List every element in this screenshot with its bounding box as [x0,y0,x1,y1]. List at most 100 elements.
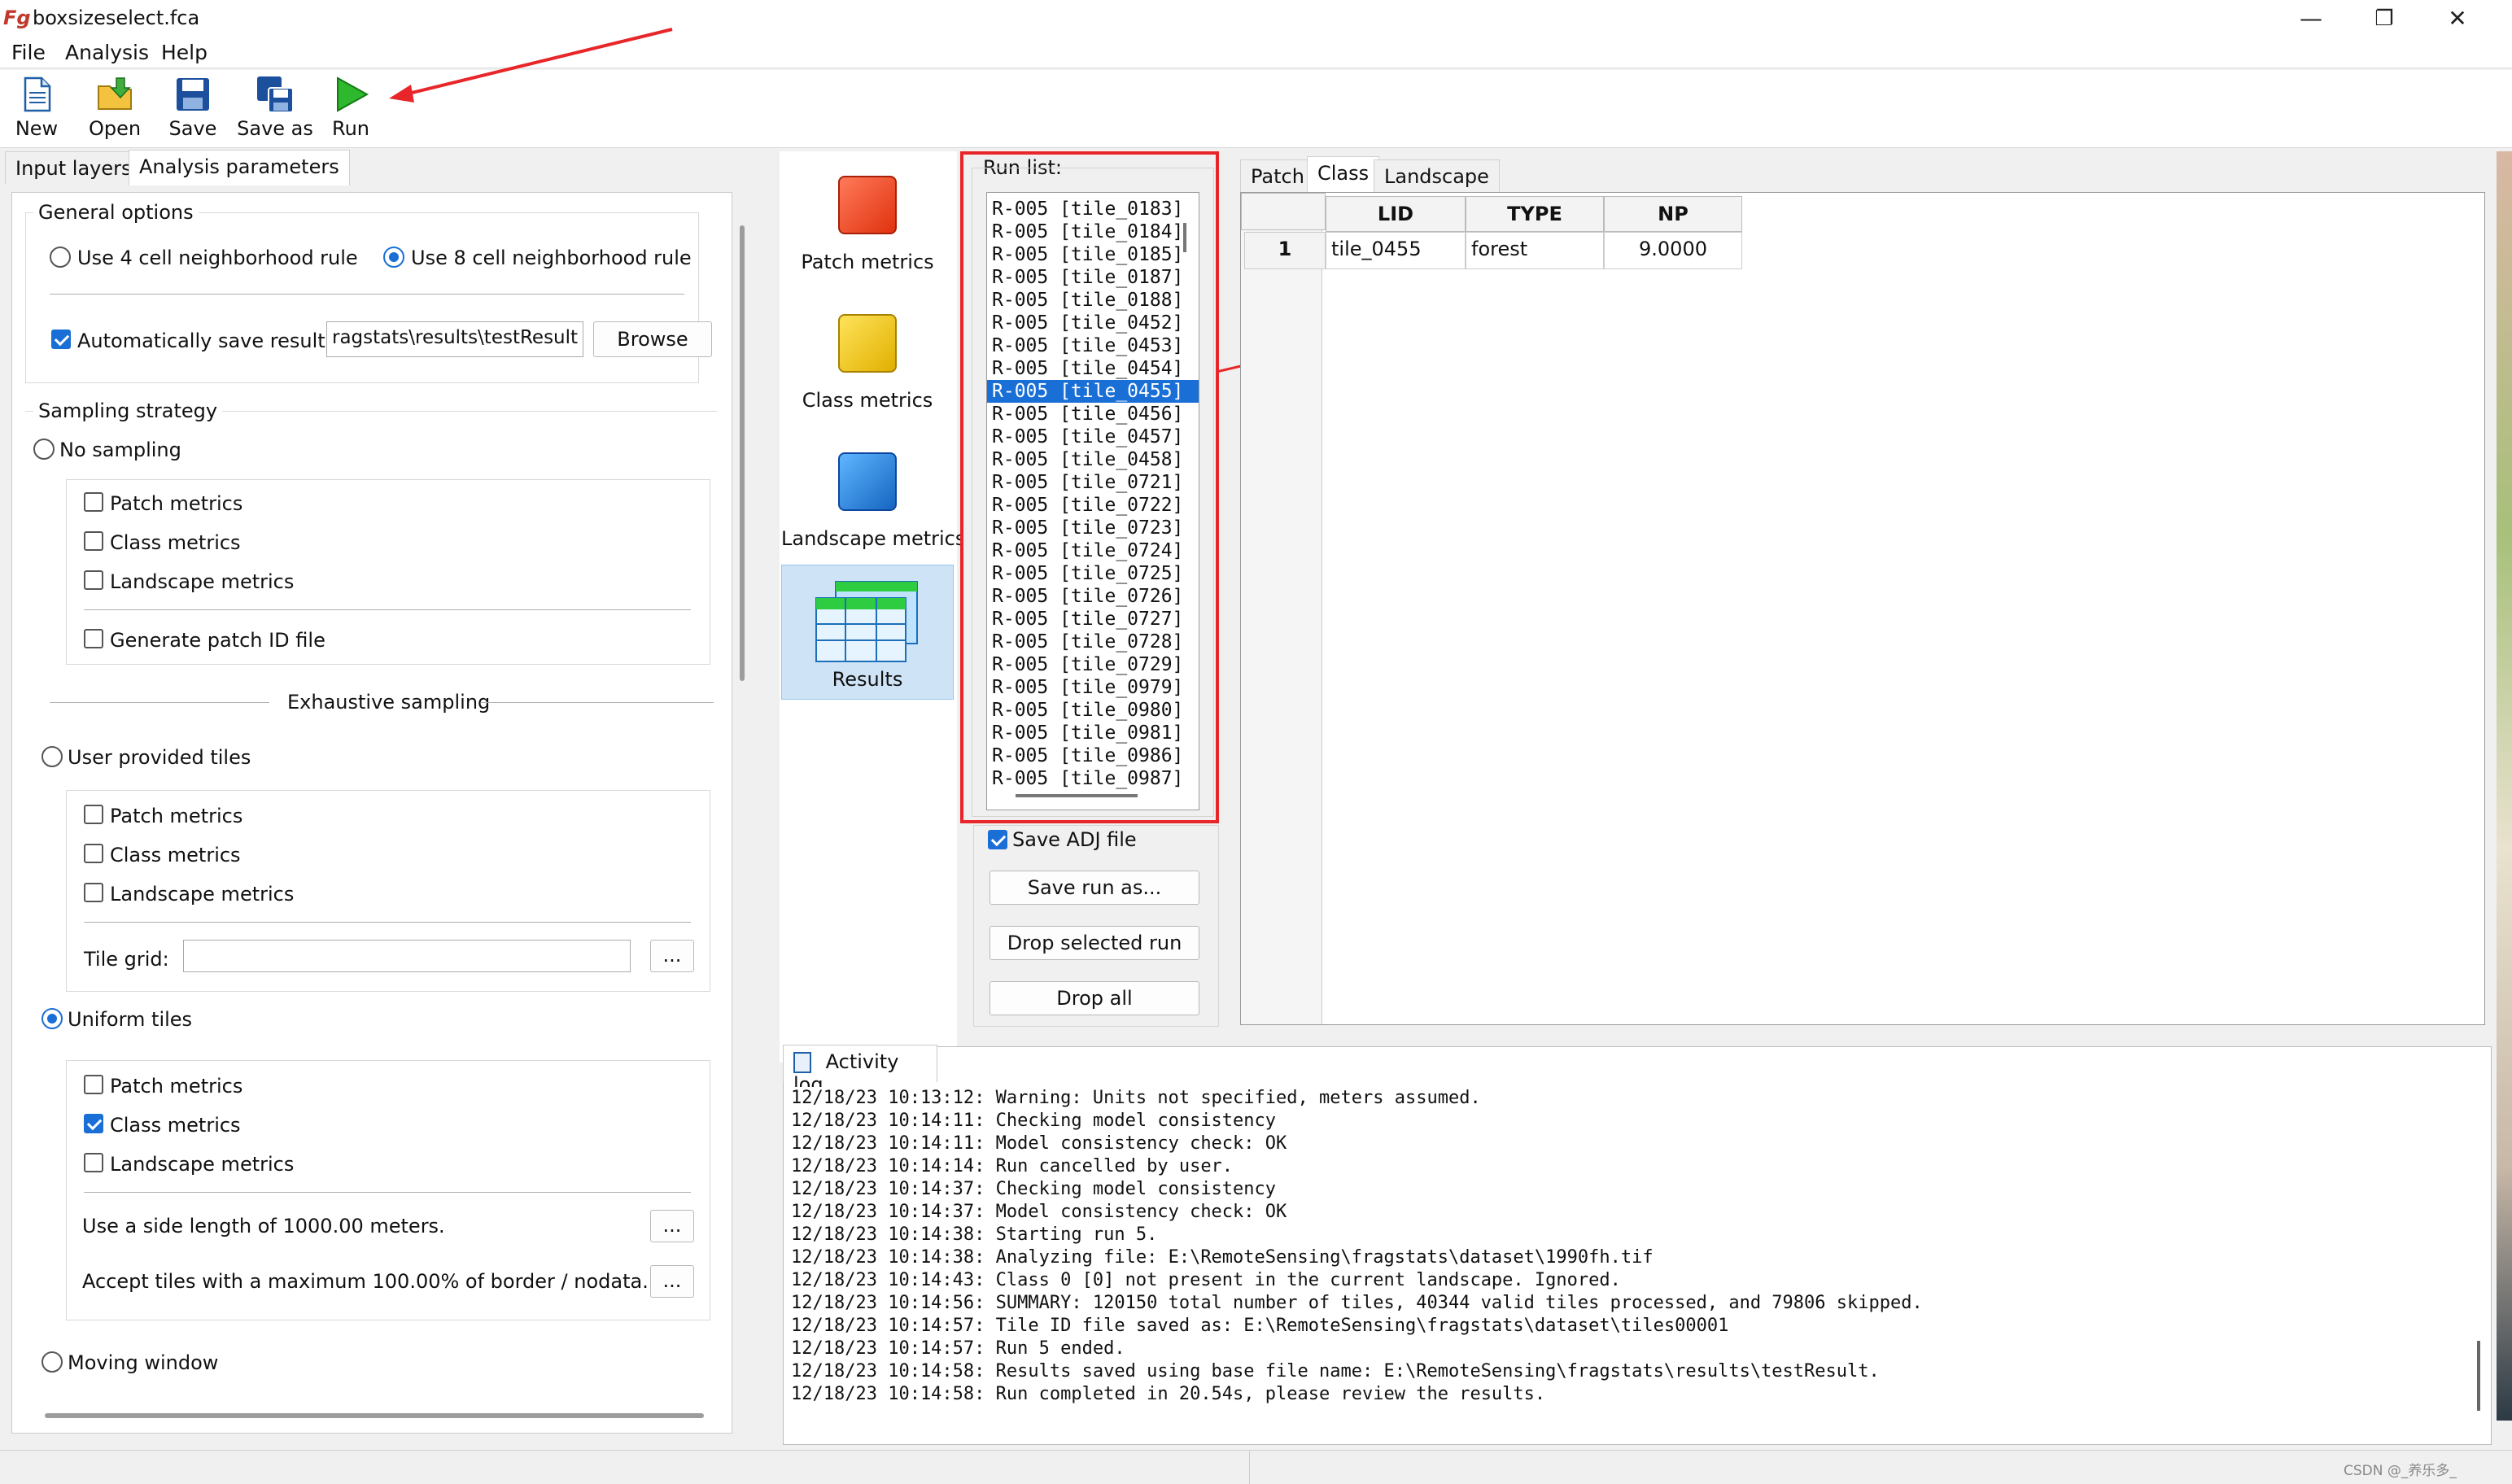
ns-patch-label: Patch metrics [110,492,243,515]
uf-class-checkbox[interactable] [84,1114,103,1133]
tab-analysis-parameters[interactable]: Analysis parameters [129,150,350,186]
tab-landscape[interactable]: Landscape [1374,159,1500,192]
run-list-item[interactable]: R-005 [tile_0453] [987,334,1199,357]
run-list-item[interactable]: R-005 [tile_0457] [987,426,1199,448]
tile-grid-browse-button[interactable]: ... [650,940,694,972]
log-line: 12/18/23 10:14:57: Tile ID file saved as… [791,1316,1729,1336]
moving-window-radio[interactable] [42,1351,63,1373]
col-header-type[interactable]: TYPE [1466,196,1604,232]
results-label: Results [832,668,903,691]
run-list-item[interactable]: R-005 [tile_0726] [987,585,1199,608]
run-list-item[interactable]: R-005 [tile_0188] [987,289,1199,312]
ut-landscape-checkbox[interactable] [84,883,103,902]
patch-id-checkbox[interactable] [84,629,103,648]
results-button[interactable]: Results [781,565,954,700]
cell-np[interactable]: 9.0000 [1604,232,1742,269]
run-list-vscroll[interactable] [1183,223,1186,252]
run-list-item[interactable]: R-005 [tile_0187] [987,266,1199,289]
run-list-item[interactable]: R-005 [tile_0183] [987,198,1199,220]
ut-landscape-label: Landscape metrics [110,883,295,906]
no-sampling-radio[interactable] [33,439,55,460]
ut-class-checkbox[interactable] [84,844,103,863]
run-list-item[interactable]: R-005 [tile_0455] [987,380,1199,403]
run-list-item[interactable]: R-005 [tile_0725] [987,562,1199,585]
run-list-item[interactable]: R-005 [tile_0980] [987,699,1199,722]
save-run-as-button[interactable]: Save run as... [990,871,1199,905]
document-icon [793,1052,811,1073]
log-line: 12/18/23 10:14:37: Model consistency che… [791,1202,1287,1222]
ns-class-label: Class metrics [110,531,241,554]
patch-metrics-button[interactable]: Patch metrics [786,163,949,293]
browse-button[interactable]: Browse [593,321,712,357]
moving-window-label: Moving window [68,1351,219,1374]
tab-activity-log[interactable]: Activity log [783,1045,937,1096]
accept-tiles-button[interactable]: ... [650,1265,694,1298]
run-list-item[interactable]: R-005 [tile_0184] [987,220,1199,243]
log-vscroll[interactable] [2477,1341,2480,1411]
row-header-column [1241,193,1322,1024]
ut-patch-label: Patch metrics [110,805,243,827]
rule8-label: Use 8 cell neighborhood rule [411,247,692,269]
run-list-item[interactable]: R-005 [tile_0458] [987,448,1199,471]
run-list: R-005 [tile_0183] R-005 [tile_0184] R-005 … [987,193,1199,790]
run-list-item[interactable]: R-005 [tile_0986] [987,744,1199,767]
autosave-checkbox[interactable] [51,330,71,349]
ns-class-checkbox[interactable] [84,531,103,551]
save-adj-checkbox[interactable] [988,830,1007,849]
status-bar: CSDN @_养乐多_ [0,1450,2512,1484]
ut-patch-checkbox[interactable] [84,805,103,824]
class-metrics-button[interactable]: Class metrics [786,301,949,431]
run-list-item[interactable]: R-005 [tile_0454] [987,357,1199,380]
left-panel-hscroll[interactable] [45,1413,704,1418]
run-list-item[interactable]: R-005 [tile_0979] [987,676,1199,699]
run-list-item[interactable]: R-005 [tile_0723] [987,517,1199,539]
col-header-np[interactable]: NP [1604,196,1742,232]
uf-patch-checkbox[interactable] [84,1075,103,1094]
run-list-item[interactable]: R-005 [tile_0721] [987,471,1199,494]
cell-type[interactable]: forest [1466,232,1604,269]
run-list-item[interactable]: R-005 [tile_0456] [987,403,1199,426]
activity-log-box[interactable]: 12/18/23 10:13:12: Warning: Units not sp… [789,1087,2466,1437]
analysis-parameters-panel: General options Use 4 cell neighborhood … [11,192,745,1434]
user-tiles-radio[interactable] [42,746,63,767]
divider [481,702,714,703]
run-list-item[interactable]: R-005 [tile_0452] [987,312,1199,334]
ns-patch-checkbox[interactable] [84,492,103,512]
drop-all-button[interactable]: Drop all [990,981,1199,1015]
row-number: 1 [1244,232,1326,269]
tab-input-layers[interactable]: Input layers [5,151,142,184]
run-list-item[interactable]: R-005 [tile_0729] [987,653,1199,676]
uniform-tiles-label: Uniform tiles [68,1008,193,1031]
log-line: 12/18/23 10:14:56: SUMMARY: 120150 total… [791,1293,1923,1313]
run-list-item[interactable]: R-005 [tile_0185] [987,243,1199,266]
uniform-tiles-radio[interactable] [42,1008,63,1029]
run-list-box[interactable]: R-005 [tile_0183] R-005 [tile_0184] R-005 … [986,192,1199,810]
save-path-input[interactable]: ragstats\results\testResult [326,321,583,357]
exhaustive-sampling-label: Exhaustive sampling [287,691,491,714]
tab-class[interactable]: Class [1307,156,1380,192]
left-panel-vscroll[interactable] [740,225,745,681]
drop-selected-run-button[interactable]: Drop selected run [990,926,1199,960]
ns-landscape-checkbox[interactable] [84,570,103,590]
rule8-radio[interactable] [383,247,404,268]
log-line: 12/18/23 10:14:11: Checking model consis… [791,1111,1277,1131]
run-list-item[interactable]: R-005 [tile_0722] [987,494,1199,517]
tab-patch[interactable]: Patch [1240,159,1315,192]
uf-landscape-checkbox[interactable] [84,1153,103,1172]
cell-lid[interactable]: tile_0455 [1326,232,1466,269]
run-list-item[interactable]: R-005 [tile_0724] [987,539,1199,562]
class-square-icon [838,314,897,373]
run-list-item[interactable]: R-005 [tile_0981] [987,722,1199,744]
run-list-item[interactable]: R-005 [tile_0987] [987,767,1199,790]
divider [84,609,691,610]
side-length-button[interactable]: ... [650,1210,694,1242]
run-list-item[interactable]: R-005 [tile_0727] [987,608,1199,631]
divider [50,294,684,295]
rule4-radio[interactable] [50,247,71,268]
landscape-metrics-button[interactable]: Landscape metrics [781,439,965,570]
run-list-item[interactable]: R-005 [tile_0728] [987,631,1199,653]
tile-grid-input[interactable] [183,940,631,972]
uf-patch-label: Patch metrics [110,1075,243,1098]
run-list-hscroll[interactable] [1016,794,1138,797]
col-header-lid[interactable]: LID [1326,196,1466,232]
